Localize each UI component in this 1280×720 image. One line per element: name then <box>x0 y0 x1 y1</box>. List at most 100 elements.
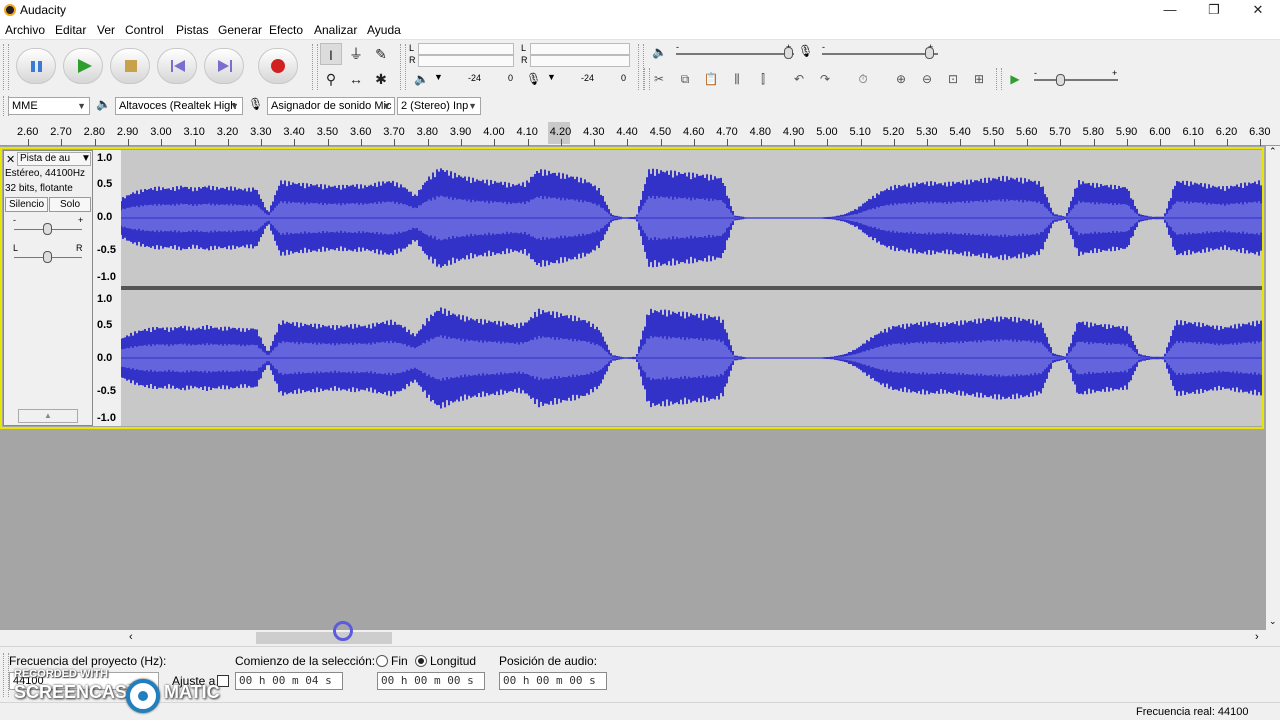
microphone-icon[interactable]: 🎙 <box>526 72 541 86</box>
play-button[interactable] <box>63 48 103 84</box>
ruler-tick-mark <box>427 139 429 146</box>
ruler-tick-label: 3.10 <box>183 126 205 138</box>
ruler-tick-mark <box>1027 139 1028 146</box>
zoom-out-button[interactable]: ⊖ <box>916 68 938 90</box>
ruler-tick-label: 3.50 <box>316 126 339 138</box>
draw-tool-button[interactable]: ✎ <box>370 43 392 65</box>
scroll-left-icon[interactable]: ‹ <box>129 631 133 643</box>
audio-position-time[interactable]: 00 h 00 m 00 s <box>499 672 607 690</box>
ruler-tick-mark <box>660 139 662 146</box>
speaker-icon: 🔈 <box>652 45 667 59</box>
stop-button[interactable] <box>110 48 150 84</box>
selection-tool-button[interactable]: I <box>320 43 342 65</box>
recording-meter-left[interactable] <box>418 43 514 55</box>
copy-button[interactable]: ⧉ <box>674 68 696 90</box>
playback-volume-slider[interactable] <box>784 47 793 59</box>
audacity-logo-icon <box>4 4 16 16</box>
meter-scale-label: -24 <box>581 73 595 83</box>
close-button[interactable]: ✕ <box>1236 0 1280 20</box>
menu-ver[interactable]: Ver <box>97 23 115 37</box>
menu-editar[interactable]: Editar <box>55 23 86 37</box>
recording-volume-slider[interactable] <box>925 47 934 59</box>
menu-pistas[interactable]: Pistas <box>176 23 209 37</box>
ruler-tick-label: 5.10 <box>849 126 871 138</box>
playback-meter-right[interactable] <box>530 55 630 67</box>
ruler-tick-mark <box>394 139 396 146</box>
scroll-up-icon[interactable]: ⌃ <box>1269 146 1277 157</box>
microphone-icon: 🎙 <box>248 97 264 111</box>
chevron-down-icon: ▼ <box>382 101 391 111</box>
chevron-down-icon[interactable]: ▼ <box>434 72 443 82</box>
toolbar-grip[interactable] <box>400 44 406 90</box>
play-meter-left-label: L <box>521 43 527 53</box>
scroll-down-icon[interactable]: ⌄ <box>1269 616 1277 627</box>
ruler-tick-label: 5.30 <box>916 126 938 138</box>
input-device-select[interactable]: Asignador de sonido Mic ▼ <box>267 97 395 115</box>
scroll-right-icon[interactable]: › <box>1255 631 1259 643</box>
meter-scale-label: 0 <box>621 73 627 83</box>
record-button[interactable] <box>258 48 298 84</box>
redo-button[interactable]: ↷ <box>814 68 836 90</box>
skip-end-button[interactable] <box>204 48 244 84</box>
input-channels-select[interactable]: 2 (Stereo) Inp ▼ <box>397 97 481 115</box>
sync-lock-button[interactable]: ⏱ <box>852 68 874 90</box>
vertical-scrollbar[interactable]: ⌃ ⌄ <box>1266 146 1280 630</box>
ruler-tick-label: 3.30 <box>250 126 272 138</box>
watermark-line2a: SCREENCAST <box>14 682 139 702</box>
menu-ayuda[interactable]: Ayuda <box>367 23 401 37</box>
pause-button[interactable] <box>16 48 56 84</box>
timeshift-tool-button[interactable]: ↔ <box>345 68 367 90</box>
ruler-tick-label: 5.20 <box>882 126 905 138</box>
envelope-tool-button[interactable]: ⏚ <box>345 43 367 65</box>
horizontal-scrollbar[interactable]: ‹ › <box>0 630 1266 646</box>
ruler-tick-label: 4.50 <box>649 126 672 138</box>
menu-archivo[interactable]: Archivo <box>5 23 45 37</box>
silence-icon: ⫿ <box>761 72 765 86</box>
fit-selection-button[interactable]: ⊡ <box>942 68 964 90</box>
toolbar-grip[interactable] <box>996 68 1002 90</box>
ruler-tick-label: 4.30 <box>583 126 605 138</box>
output-device-value: Altavoces (Realtek High <box>119 100 237 112</box>
output-device-select[interactable]: Altavoces (Realtek High ▼ <box>115 97 243 115</box>
end-radio[interactable] <box>376 655 388 667</box>
play-at-speed-button[interactable]: ▶ <box>1004 68 1026 90</box>
paste-button[interactable]: 📋 <box>700 68 722 90</box>
horizontal-scroll-thumb[interactable] <box>256 632 392 644</box>
toolbar-grip[interactable] <box>312 44 318 90</box>
play-speed-slider[interactable] <box>1056 74 1065 86</box>
toolbar-grip[interactable] <box>3 44 9 90</box>
cut-button[interactable]: ✂ <box>648 68 670 90</box>
zoom-tool-button[interactable]: ⚲ <box>320 68 342 90</box>
ruler-tick-mark <box>161 139 163 146</box>
selection-length-time[interactable]: 00 h 00 m 00 s <box>377 672 485 690</box>
ruler-tick-label: 2.80 <box>83 126 106 138</box>
playback-volume-track <box>676 53 794 55</box>
menu-control[interactable]: Control <box>125 23 164 37</box>
minimize-button[interactable]: — <box>1148 0 1192 20</box>
multi-tool-button[interactable]: ✱ <box>370 68 392 90</box>
length-radio[interactable] <box>415 655 427 667</box>
audio-host-select[interactable]: MME ▼ <box>8 97 90 115</box>
undo-button[interactable]: ↶ <box>788 68 810 90</box>
restore-button[interactable]: ❐ <box>1192 0 1236 20</box>
recording-meter-right[interactable] <box>418 55 514 67</box>
ruler-tick-mark <box>960 139 962 146</box>
ruler-tick-mark <box>927 139 929 146</box>
playback-meter-left[interactable] <box>530 43 630 55</box>
ruler-tick-mark <box>1126 139 1128 146</box>
chevron-down-icon[interactable]: ▼ <box>547 72 556 82</box>
play-icon <box>78 59 92 73</box>
menu-efecto[interactable]: Efecto <box>269 23 303 37</box>
zoom-in-button[interactable]: ⊕ <box>890 68 912 90</box>
timeshift-tool-icon: ↔ <box>349 71 363 87</box>
menu-analizar[interactable]: Analizar <box>314 23 357 37</box>
skip-start-button[interactable] <box>157 48 197 84</box>
trim-button[interactable]: ⫼ <box>726 68 748 90</box>
ruler-tick-mark <box>1260 139 1262 146</box>
selection-start-time[interactable]: 00 h 00 m 04 s <box>235 672 343 690</box>
fit-project-button[interactable]: ⊞ <box>968 68 990 90</box>
menu-generar[interactable]: Generar <box>218 23 262 37</box>
speaker-icon[interactable]: 🔈 <box>414 72 429 86</box>
silence-button[interactable]: ⫿ <box>752 68 774 90</box>
ruler-tick-label: 3.80 <box>416 126 439 138</box>
